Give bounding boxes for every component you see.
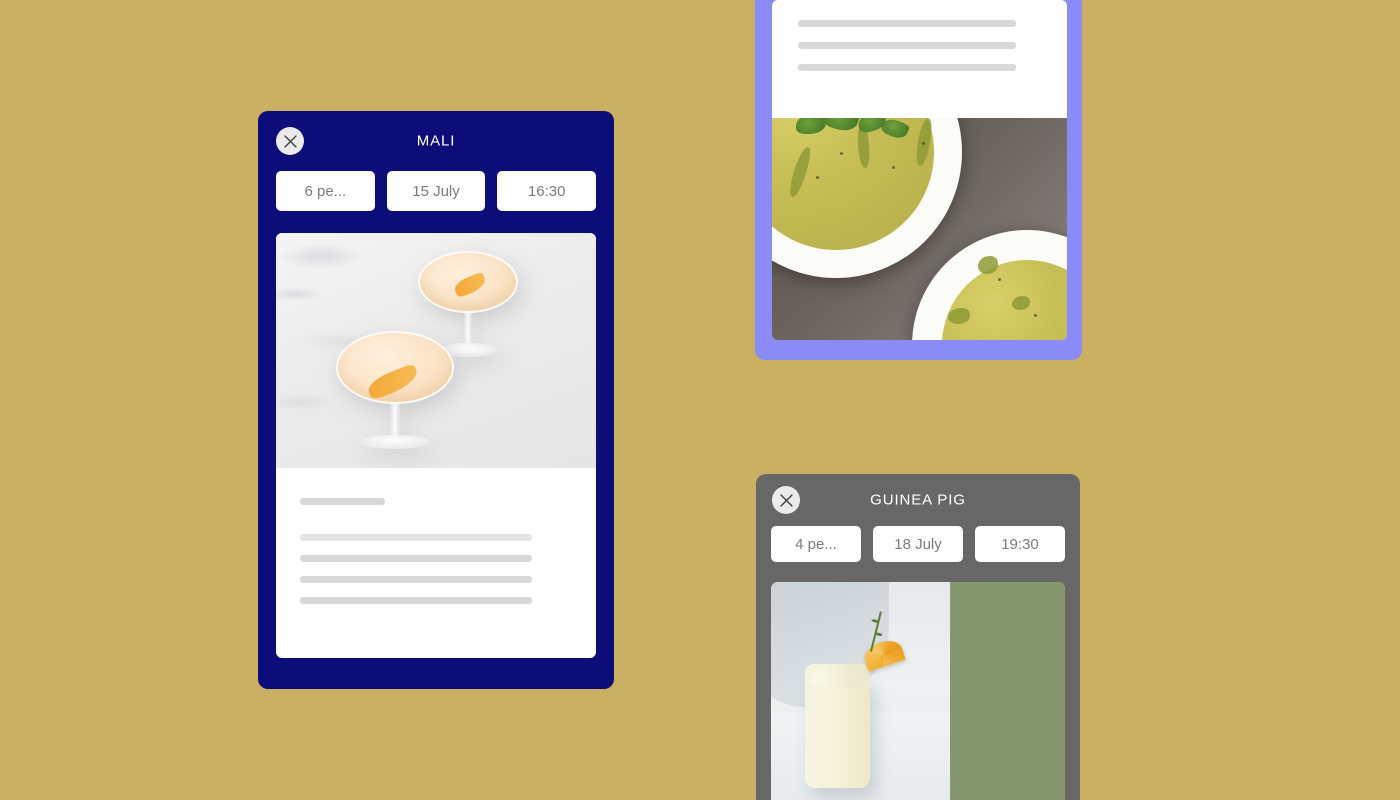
- reservation-card-mali[interactable]: MALI 6 pe... 15 July 16:30: [258, 111, 614, 689]
- curry-soup-bowls-photo: [772, 118, 1067, 340]
- time-selector[interactable]: 16:30: [497, 171, 597, 211]
- crushed-ice: [805, 663, 870, 688]
- reservation-card-guinea-pig[interactable]: GUINEA PIG 4 pe... 18 July 19:30: [756, 474, 1080, 800]
- date-selector[interactable]: 15 July: [386, 171, 486, 211]
- skeleton-line: [300, 576, 532, 583]
- spice-speck: [892, 166, 895, 169]
- skeleton-line: [798, 20, 1016, 27]
- sage-color-swatch: [950, 582, 1065, 800]
- content-panel: [771, 582, 1065, 800]
- skeleton-line: [300, 555, 532, 562]
- skeleton-heading: [300, 498, 385, 505]
- cocktail-coupes-photo: [276, 233, 596, 468]
- skeleton-line: [300, 597, 532, 604]
- coupe-glass-front: [336, 331, 454, 467]
- date-selector[interactable]: 18 July: [873, 526, 963, 562]
- skeleton-line: [300, 534, 532, 541]
- marble-scene: [771, 582, 951, 800]
- card-header: GUINEA PIG: [756, 474, 1080, 526]
- card-title: MALI: [416, 132, 456, 150]
- spice-speck: [998, 278, 1001, 281]
- card-header: MALI: [258, 111, 614, 171]
- skeleton-line: [798, 42, 1016, 49]
- party-size-selector[interactable]: 6 pe...: [276, 171, 375, 211]
- text-placeholder-block: [276, 468, 596, 604]
- cocktail-tumbler: [805, 663, 870, 789]
- spice-speck: [922, 142, 925, 145]
- reservation-filters: 4 pe... 18 July 19:30: [771, 526, 1065, 562]
- skeleton-line: [798, 64, 1016, 71]
- content-panel: [772, 0, 1067, 340]
- reservation-filters: 6 pe... 15 July 16:30: [276, 171, 597, 211]
- media-row: [771, 582, 1065, 800]
- text-placeholder-block: [772, 0, 1067, 71]
- creamy-cocktail-photo: [771, 582, 951, 800]
- reservation-card-purple[interactable]: [755, 0, 1082, 360]
- content-panel: [276, 233, 596, 658]
- spice-speck: [840, 152, 843, 155]
- card-title: GUINEA PIG: [870, 491, 966, 509]
- spice-speck: [816, 176, 819, 179]
- time-selector[interactable]: 19:30: [975, 526, 1065, 562]
- party-size-selector[interactable]: 4 pe...: [771, 526, 861, 562]
- spice-speck: [1034, 314, 1037, 317]
